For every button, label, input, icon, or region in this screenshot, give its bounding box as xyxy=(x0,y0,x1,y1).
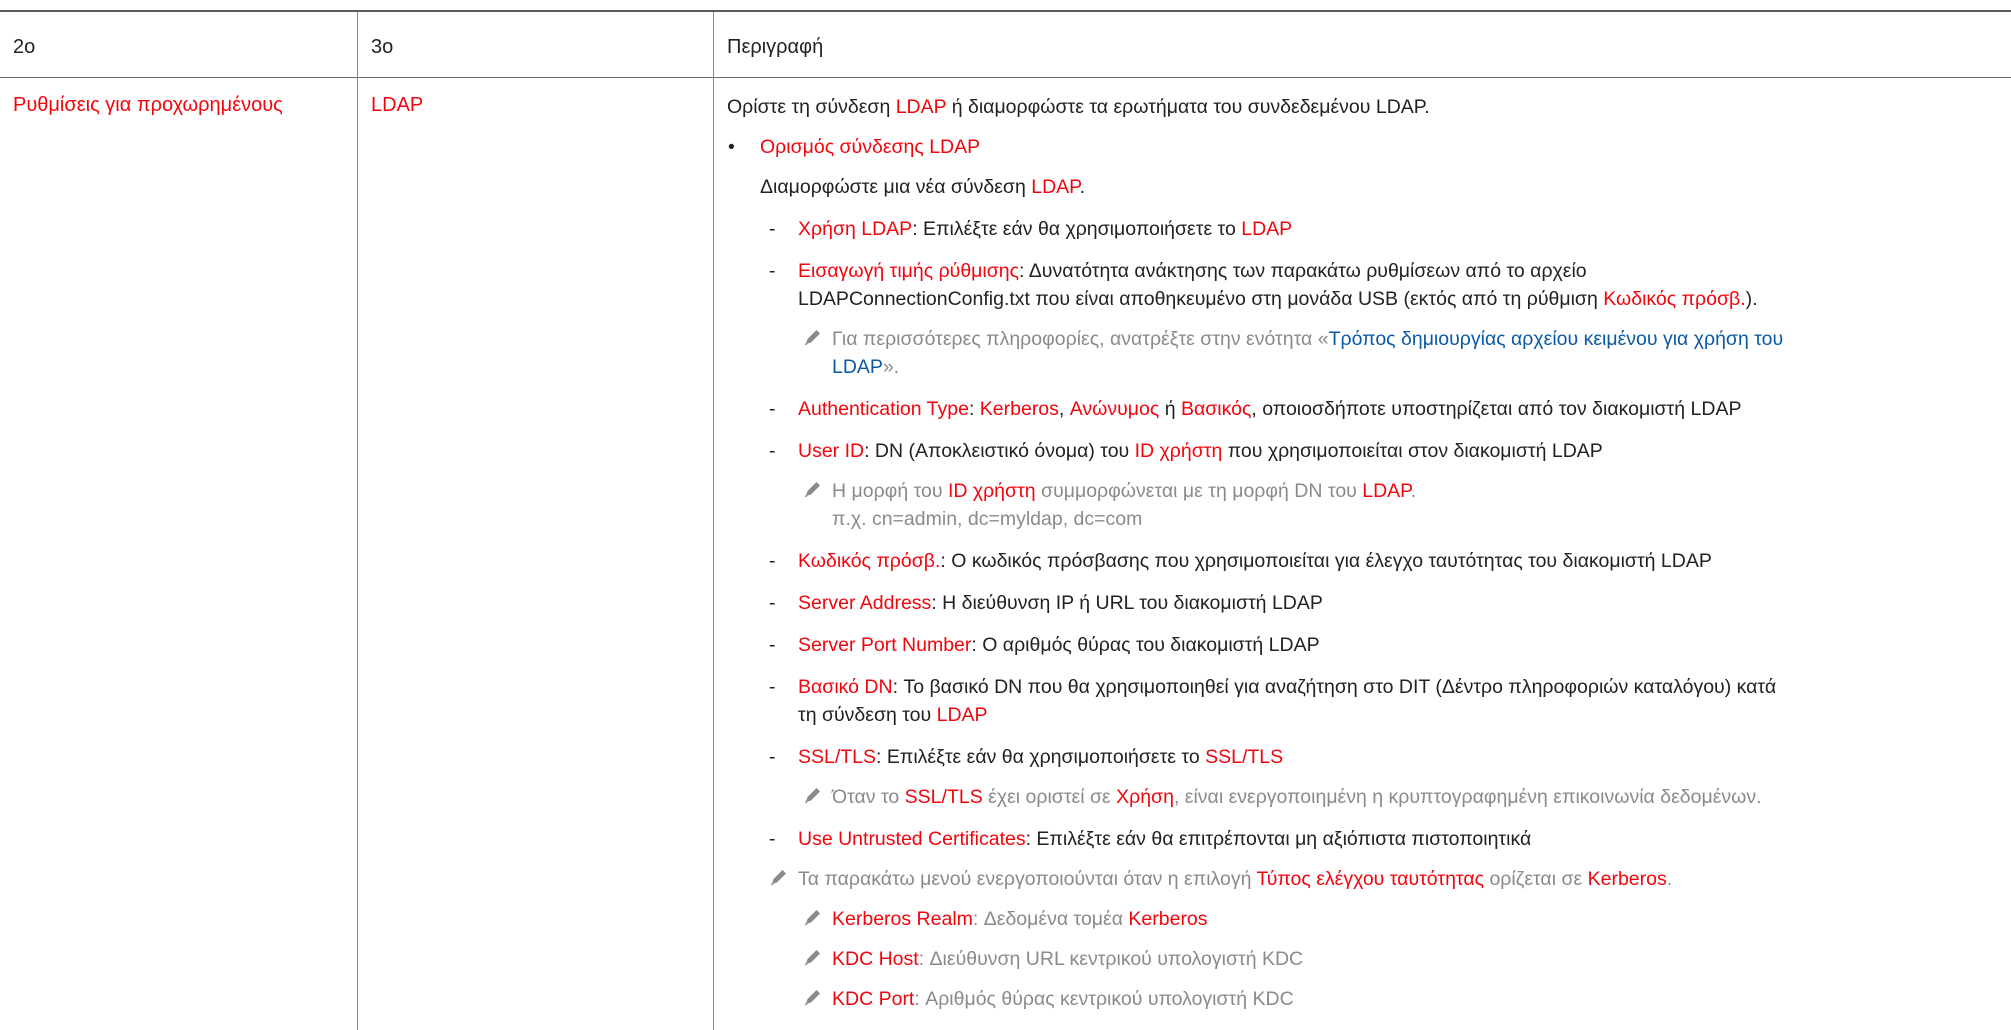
bullet-description: Διαμορφώστε μια νέα σύνδεση LDAP. xyxy=(760,176,1086,198)
pencil-icon xyxy=(804,950,820,966)
item-base-dn: - Βασικό DN: Το βασικό DN που θα χρησιμοπ… xyxy=(769,676,1777,698)
pencil-icon xyxy=(770,870,786,886)
link-text-file-guide[interactable]: Τρόπος δημιουργίας αρχείου κειμένου για … xyxy=(1329,328,1784,350)
bullet-title: Ορισμός σύνδεσης LDAP xyxy=(760,136,981,158)
bullet-ldap-connection: • Ορισμός σύνδεσης LDAP xyxy=(727,133,1997,161)
header-col-3rd: 3ο xyxy=(371,36,394,58)
table-top-rule xyxy=(0,10,2011,12)
note-user-id-format: Η μορφή του ID χρήστη συμμορφώνεται με τ… xyxy=(727,477,1997,505)
item-authentication-type: - Authentication Type: Kerberos, Ανώνυμος… xyxy=(769,398,1742,420)
item-import-settings: - Εισαγωγή τιμής ρύθμισης: Δυνατότητα ανά… xyxy=(769,260,1587,282)
column-divider-2 xyxy=(713,12,714,1030)
note-user-id-example: π.χ. cn=admin, dc=myldap, dc=com xyxy=(832,508,1143,530)
item-import-settings-cont: LDAPConnectionConfig.txt που είναι αποθη… xyxy=(798,288,1758,310)
note-kdc-port: KDC Port: Αριθμός θύρας κεντρικού υπολογ… xyxy=(727,985,1997,1013)
note-kerberos-menus: Τα παρακάτω μενού ενεργοποιούνται όταν η… xyxy=(727,865,1997,893)
note-ssl-tls: Όταν το SSL/TLS έχει οριστεί σε Χρήση, ε… xyxy=(727,783,1997,811)
pencil-icon xyxy=(804,482,820,498)
intro-text: Ορίστε τη σύνδεση LDAP ή διαμορφώστε τα … xyxy=(727,96,1430,118)
item-ssl-tls: - SSL/TLS: Επιλέξτε εάν θα χρησιμοποιήσετ… xyxy=(769,746,1284,768)
header-col-2nd: 2ο xyxy=(13,36,36,58)
pencil-icon xyxy=(804,910,820,926)
note-kdc-host: KDC Host: Διεύθυνση URL κεντρικού υπολογ… xyxy=(727,945,1997,973)
table-header-rule xyxy=(0,77,2011,78)
item-user-id: - User ID: DN (Αποκλειστικό όνομα) του ID… xyxy=(769,440,1603,462)
description-cell: Ορίστε τη σύνδεση LDAP ή διαμορφώστε τα … xyxy=(727,87,1997,1013)
note-kerberos-realm: Kerberos Realm: Δεδομένα τομέα Kerberos xyxy=(727,905,1997,933)
item-server-address: - Server Address: Η διεύθυνση IP ή URL το… xyxy=(769,592,1323,614)
menu-advanced-settings: Ρυθμίσεις για προχωρημένους xyxy=(13,94,283,116)
item-base-dn-cont: τη σύνδεση του LDAP xyxy=(798,704,988,726)
note-text-file-cont: LDAP». xyxy=(832,356,900,378)
header-col-description: Περιγραφή xyxy=(727,36,824,58)
bullet-mark: • xyxy=(728,136,735,158)
menu-ldap: LDAP xyxy=(371,94,424,116)
item-use-ldap: - Χρήση LDAP: Επιλέξτε εάν θα χρησιμοποιή… xyxy=(769,218,1293,240)
item-server-port: - Server Port Number: Ο αριθμός θύρας του… xyxy=(769,634,1320,656)
pencil-icon xyxy=(804,330,820,346)
pencil-icon xyxy=(804,990,820,1006)
item-password: - Κωδικός πρόσβ.: Ο κωδικός πρόσβασης που… xyxy=(769,550,1712,572)
pencil-icon xyxy=(804,788,820,804)
link-text-file-guide-cont[interactable]: LDAP xyxy=(832,356,883,378)
item-untrusted-certificates: - Use Untrusted Certificates: Επιλέξτε εά… xyxy=(769,828,1532,850)
column-divider-1 xyxy=(357,12,358,1030)
note-text-file: Για περισσότερες πληροφορίες, ανατρέξτε … xyxy=(727,325,1997,353)
